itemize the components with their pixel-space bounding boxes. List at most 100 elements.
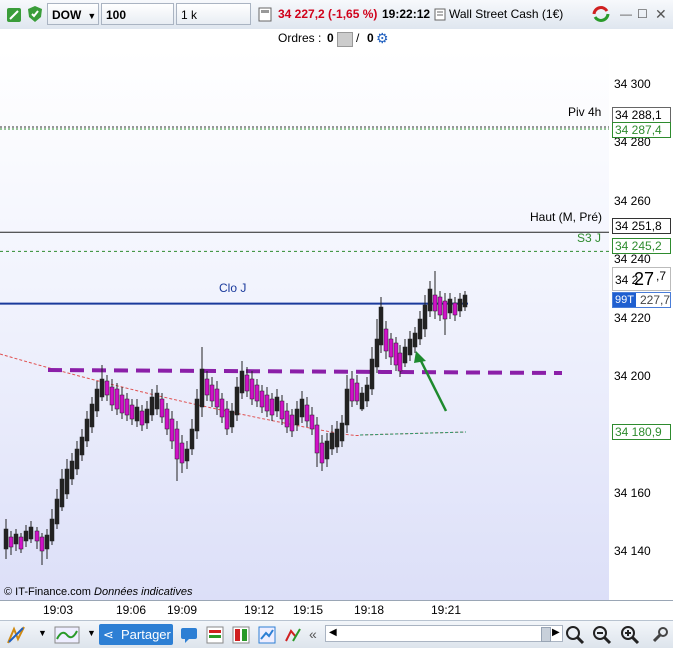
candle-body	[412, 332, 418, 348]
chevron-down-icon[interactable]: ▼	[87, 628, 96, 638]
candle-body	[49, 518, 55, 542]
candle-body	[402, 346, 408, 364]
price-chart	[0, 126, 609, 565]
candle-body	[44, 534, 50, 550]
candle-body	[442, 300, 448, 320]
candle-body	[79, 436, 85, 456]
zoom-fit-icon[interactable]	[565, 625, 585, 645]
candle-body	[134, 406, 140, 422]
candle-body	[284, 410, 290, 428]
candle-body	[364, 384, 370, 402]
candle-body	[244, 374, 250, 392]
gear-icon[interactable]: ⚙	[376, 30, 389, 47]
period-dropdown[interactable]: 100 ticks▼	[101, 3, 174, 44]
current-price-big: 27	[634, 269, 655, 289]
piv4h-label: Piv 4h	[568, 105, 602, 119]
y-tick: 34 240	[614, 252, 651, 266]
candle-body	[383, 328, 389, 352]
candle-body	[3, 528, 9, 550]
x-tick: 19:12	[244, 603, 275, 617]
s3-value-box: 34 245,2	[612, 238, 671, 254]
clock-time: 19:22:12	[382, 7, 431, 21]
candle-body	[8, 536, 14, 548]
y-tick: 34 220	[614, 311, 651, 325]
zoom-out-icon[interactable]	[592, 625, 612, 645]
candle-body	[374, 338, 380, 368]
drawing-tools-icon[interactable]	[6, 625, 26, 645]
candle-body	[28, 526, 34, 540]
orders-bar: Ordres : 0 / 0 ⚙	[0, 29, 673, 50]
scrollbar-thumb[interactable]	[541, 627, 551, 642]
chevron-down-icon[interactable]: ▼	[38, 628, 47, 638]
zoom-in-icon[interactable]	[620, 625, 640, 645]
candle-body	[319, 442, 325, 464]
candle-body	[259, 390, 265, 408]
alerts-icon[interactable]	[205, 625, 225, 645]
candle-body	[397, 352, 403, 372]
top-toolbar: DOW ▼ 100 ticks▼ 1 k unités▼ 34 227,2 (-1…	[0, 0, 673, 44]
candle-body	[369, 358, 375, 390]
calculator-icon[interactable]	[258, 3, 274, 25]
candle-body	[99, 378, 105, 398]
shield-icon[interactable]	[26, 3, 44, 25]
orders-label: Ordres :	[278, 31, 322, 45]
candle-body	[174, 428, 180, 460]
close-icon[interactable]: ✕	[655, 3, 667, 25]
horizontal-scrollbar[interactable]: ◀ ▶	[325, 625, 563, 642]
refresh-icon[interactable]	[590, 3, 614, 25]
candle-body	[279, 400, 285, 420]
candle-body	[359, 392, 365, 410]
scroll-right-icon[interactable]: ▶	[552, 627, 560, 638]
candle-body	[214, 388, 220, 408]
price-change: 34 227,2 (-1,65 %)	[278, 7, 378, 21]
footer-copyright: © IT-Finance.com Données indicatives	[4, 586, 192, 598]
candle-body	[309, 414, 315, 430]
candle-body	[388, 338, 394, 358]
screener-icon[interactable]	[257, 625, 277, 645]
support-line	[47, 368, 563, 375]
scroll-left-double-icon[interactable]: «	[309, 626, 317, 642]
candle-body	[13, 533, 19, 545]
orders-icon[interactable]	[337, 32, 353, 47]
settings-wrench-icon[interactable]	[650, 625, 670, 645]
candle-body	[39, 536, 45, 552]
chevron-down-icon: ▼	[87, 11, 97, 21]
tick-counter-box: 99T 227,7	[612, 292, 671, 308]
x-tick: 19:15	[293, 603, 324, 617]
candle-body	[34, 530, 40, 542]
candle-body	[209, 384, 215, 402]
share-label: Partager	[121, 627, 171, 642]
instrument-value: DOW	[52, 8, 82, 22]
candle-body	[422, 304, 428, 330]
share-button[interactable]: ⋖ Partager	[99, 624, 173, 645]
candle-body	[334, 428, 340, 448]
scroll-left-icon[interactable]: ◀	[329, 627, 337, 638]
minimize-icon[interactable]: —	[620, 3, 632, 25]
x-tick: 19:06	[116, 603, 147, 617]
candle-body	[139, 410, 145, 426]
instrument-dropdown[interactable]: DOW ▼	[47, 3, 99, 25]
orders-book-icon[interactable]	[231, 625, 251, 645]
candle-body	[299, 398, 305, 418]
candle-body	[354, 382, 360, 402]
candle-body	[84, 418, 90, 442]
candle-body	[89, 403, 95, 428]
piv4h-value2-box: 34 287,4	[612, 122, 671, 138]
trade-icon[interactable]	[283, 625, 303, 645]
candle-body	[59, 478, 65, 508]
x-tick: 19:21	[431, 603, 462, 617]
candle-body	[194, 398, 200, 432]
candle-body	[154, 392, 160, 410]
haut-value-box: 34 251,8	[612, 218, 671, 234]
quantity-dropdown[interactable]: 1 k unités▼	[176, 3, 251, 44]
candle-body	[427, 288, 433, 312]
pencil-icon[interactable]	[4, 3, 24, 25]
candle-body	[69, 460, 75, 480]
chart-area[interactable]: Piv 4h Haut (M, Pré) S3 J Clo J © IT-Fin…	[0, 49, 610, 600]
candle-body	[64, 468, 70, 495]
candle-body	[393, 342, 399, 366]
chat-icon[interactable]	[179, 625, 199, 645]
indicators-icon[interactable]	[54, 625, 80, 645]
maximize-icon[interactable]: ☐	[637, 3, 648, 25]
copyright-text: © IT-Finance.com	[4, 586, 91, 598]
